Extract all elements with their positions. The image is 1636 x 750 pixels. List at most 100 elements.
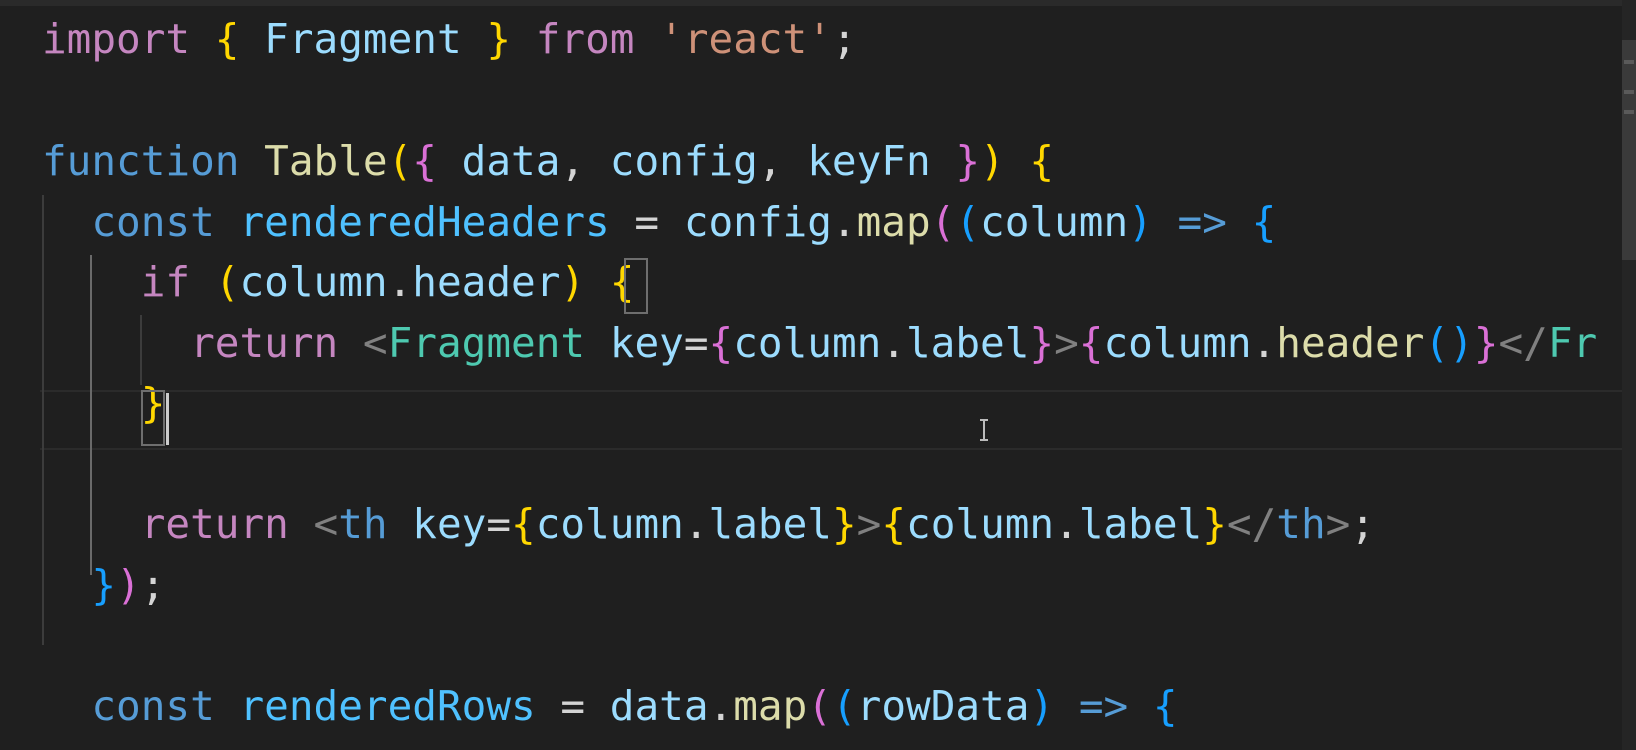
matching-bracket-highlight xyxy=(624,258,648,314)
code-editor[interactable]: import { Fragment } from 'react'; functi… xyxy=(0,0,1636,750)
code-area[interactable]: import { Fragment } from 'react'; functi… xyxy=(0,0,1600,750)
code-token: column xyxy=(535,500,684,548)
scrollbar-marker xyxy=(1624,90,1634,94)
code-token: ) xyxy=(1029,682,1055,730)
code-token: => xyxy=(1177,198,1227,246)
code-token: ( xyxy=(807,682,832,730)
code-token: } xyxy=(955,137,981,185)
code-token: column xyxy=(906,500,1055,548)
code-token: . xyxy=(387,258,413,306)
code-token: if xyxy=(140,258,191,306)
scrollbar-thumb[interactable] xyxy=(1622,40,1636,260)
code-line: if (column.header) { xyxy=(42,251,635,314)
code-token: data xyxy=(609,682,709,730)
code-token: } xyxy=(831,500,857,548)
code-token: = xyxy=(683,319,709,367)
code-token: } xyxy=(1473,319,1499,367)
code-token: ) xyxy=(1128,198,1153,246)
code-token: . xyxy=(1251,319,1277,367)
scrollbar-marker xyxy=(1624,110,1634,114)
code-token: = xyxy=(609,198,684,246)
code-token: renderedHeaders xyxy=(239,198,610,246)
code-token: ; xyxy=(140,561,166,609)
code-token: ; xyxy=(1350,500,1376,548)
code-token: { xyxy=(1078,319,1104,367)
code-token: label xyxy=(708,500,832,548)
code-token: column xyxy=(733,319,882,367)
code-token: } xyxy=(486,15,512,63)
code-token: 'react' xyxy=(659,15,832,63)
vertical-scrollbar[interactable] xyxy=(1622,0,1636,750)
code-token: import xyxy=(42,15,191,63)
code-token: column xyxy=(239,258,388,306)
code-line: return <th key={column.label}>{column.la… xyxy=(42,493,1375,556)
code-token: header xyxy=(412,258,561,306)
code-line: return <Fragment key={column.label}>{col… xyxy=(42,312,1597,375)
code-token: () xyxy=(1424,319,1474,367)
code-token: label xyxy=(1078,500,1203,548)
code-token: config xyxy=(683,198,832,246)
code-token: config xyxy=(585,137,758,185)
code-token: Fr xyxy=(1547,319,1598,367)
code-token: function xyxy=(42,137,240,185)
code-token: rowData xyxy=(856,682,1030,730)
code-token: return xyxy=(190,319,339,367)
code-token: ) xyxy=(116,561,141,609)
code-token: ) xyxy=(980,137,1005,185)
code-token: renderedRows xyxy=(239,682,536,730)
code-line: function Table({ data, config, keyFn }) … xyxy=(42,130,1054,193)
code-token: } xyxy=(1029,319,1055,367)
code-token: { xyxy=(1152,682,1178,730)
code-token: ( xyxy=(930,198,956,246)
code-token: key xyxy=(412,500,487,548)
code-token: . xyxy=(881,319,906,367)
code-token: header xyxy=(1276,319,1425,367)
code-token: { xyxy=(511,500,536,548)
code-token: th xyxy=(1276,500,1326,548)
code-token: = xyxy=(535,682,610,730)
code-token: const xyxy=(91,682,215,730)
code-token: ( xyxy=(955,198,981,246)
code-token: ( xyxy=(387,137,413,185)
code-line: const renderedRows = data.map((rowData) … xyxy=(42,675,1178,738)
code-line: import { Fragment } from 'react'; xyxy=(42,8,857,71)
code-token: label xyxy=(906,319,1030,367)
matching-bracket-highlight xyxy=(141,390,165,446)
code-token: Table xyxy=(264,137,388,185)
code-token: . xyxy=(831,198,857,246)
ibeam-pointer-icon xyxy=(980,419,988,441)
code-token: </ xyxy=(1498,319,1548,367)
code-line: }); xyxy=(42,554,165,617)
code-token: ( xyxy=(214,258,240,306)
code-token: th xyxy=(338,500,388,548)
code-token: < xyxy=(362,319,388,367)
code-token: . xyxy=(708,682,734,730)
code-token: ; xyxy=(831,15,857,63)
code-token: > xyxy=(1054,319,1079,367)
code-token: . xyxy=(683,500,709,548)
code-token: > xyxy=(1325,500,1351,548)
text-cursor xyxy=(166,393,169,445)
scrollbar-marker xyxy=(1624,60,1634,64)
code-token: return xyxy=(140,500,289,548)
code-token: { xyxy=(1029,137,1055,185)
code-token: } xyxy=(1202,500,1227,548)
code-token: Fragment xyxy=(387,319,586,367)
code-token: } xyxy=(91,561,117,609)
